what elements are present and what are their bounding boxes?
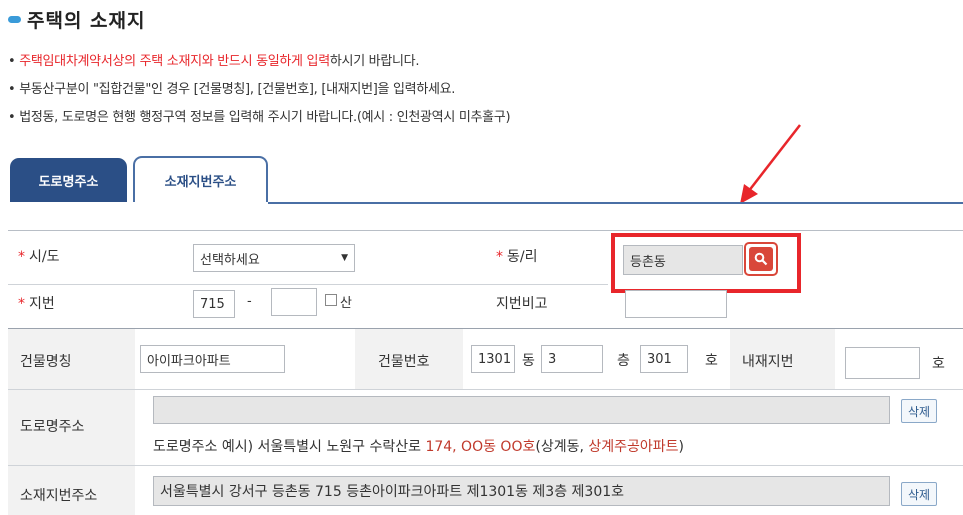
- jibun-note-input[interactable]: [625, 290, 727, 318]
- notice-line-2: • 부동산구분이 "집합건물"인 경우 [건물명칭], [건물번호], [내재지…: [8, 82, 456, 97]
- inner-lot-label: 내재지번: [742, 354, 794, 370]
- notice-text: 부동산구분이 "집합건물"인 경우 [건물명칭], [건물번호], [내재지번]…: [19, 82, 456, 97]
- jibun-sub-input[interactable]: [271, 288, 317, 316]
- sido-select[interactable]: 선택하세요 ▼: [193, 244, 355, 272]
- notice-text: 하시기 바랍니다.: [329, 54, 420, 69]
- notice-line-3: • 법정동, 도로명은 현행 행정구역 정보를 입력해 주시기 바랍니다.(예시…: [8, 110, 511, 125]
- dong-unit: 동: [522, 353, 535, 369]
- divider: [8, 465, 963, 466]
- red-arrow-icon: [740, 124, 801, 204]
- chevron-down-icon: ▼: [341, 253, 348, 263]
- jibun-main-input[interactable]: 715: [193, 290, 235, 318]
- road-delete-button[interactable]: 삭제: [901, 399, 937, 423]
- dongri-input[interactable]: 등촌동: [623, 245, 743, 275]
- building-name-label: 건물명칭: [20, 354, 72, 370]
- lot-address-input[interactable]: 서울특별시 강서구 등촌동 715 등촌아이파크아파트 제1301동 제3층 제…: [153, 476, 890, 506]
- notice-emphasis: 주택임대차계약서상의 주택 소재지와 반드시 동일하게 입력: [19, 54, 330, 69]
- building-floor-input[interactable]: 3: [541, 345, 603, 373]
- divider: [8, 389, 963, 390]
- tab-lot-address[interactable]: 소재지번주소: [133, 156, 268, 202]
- inner-lot-unit: 호: [932, 356, 945, 372]
- tab-road-address[interactable]: 도로명주소: [10, 158, 127, 202]
- road-address-input[interactable]: [153, 396, 890, 424]
- road-address-label: 도로명주소: [20, 419, 85, 435]
- notice-text: 법정동, 도로명은 현행 행정구역 정보를 입력해 주시기 바랍니다.(예시 :…: [19, 110, 511, 125]
- search-icon: [749, 247, 773, 271]
- dongri-search-button[interactable]: [744, 242, 778, 276]
- bullet-dot-icon: [8, 16, 21, 23]
- sido-selected-value: 선택하세요: [200, 252, 260, 268]
- building-name-input[interactable]: 아이파크아파트: [140, 345, 285, 373]
- road-address-example: 도로명주소 예시) 서울특별시 노원구 수락산로 174, OO동 OO호(상계…: [153, 439, 685, 455]
- building-number-label: 건물번호: [378, 354, 430, 370]
- section-title-text: 주택의 소재지: [27, 10, 146, 32]
- divider: [8, 230, 963, 231]
- building-ho-input[interactable]: 301: [640, 345, 688, 373]
- section-title: 주택의 소재지: [8, 6, 146, 33]
- ho-unit: 호: [705, 353, 718, 369]
- floor-unit: 층: [617, 353, 630, 369]
- sido-label: * 시/도: [18, 249, 60, 265]
- mountain-label: 산: [340, 296, 352, 311]
- building-dong-input[interactable]: 1301: [471, 345, 515, 373]
- lot-delete-button[interactable]: 삭제: [901, 482, 937, 506]
- dongri-label: * 동/리: [496, 249, 538, 265]
- tab-underline: [268, 202, 963, 204]
- jibun-note-label: 지번비고: [496, 296, 548, 312]
- mountain-checkbox[interactable]: [325, 294, 337, 306]
- notice-line-1: • 주택임대차계약서상의 주택 소재지와 반드시 동일하게 입력하시기 바랍니다…: [8, 54, 420, 69]
- jibun-label: * 지번: [18, 296, 55, 312]
- divider: [8, 284, 608, 285]
- lot-address-label: 소재지번주소: [20, 488, 98, 504]
- inner-lot-input[interactable]: [845, 347, 920, 379]
- jibun-dash: -: [247, 294, 252, 309]
